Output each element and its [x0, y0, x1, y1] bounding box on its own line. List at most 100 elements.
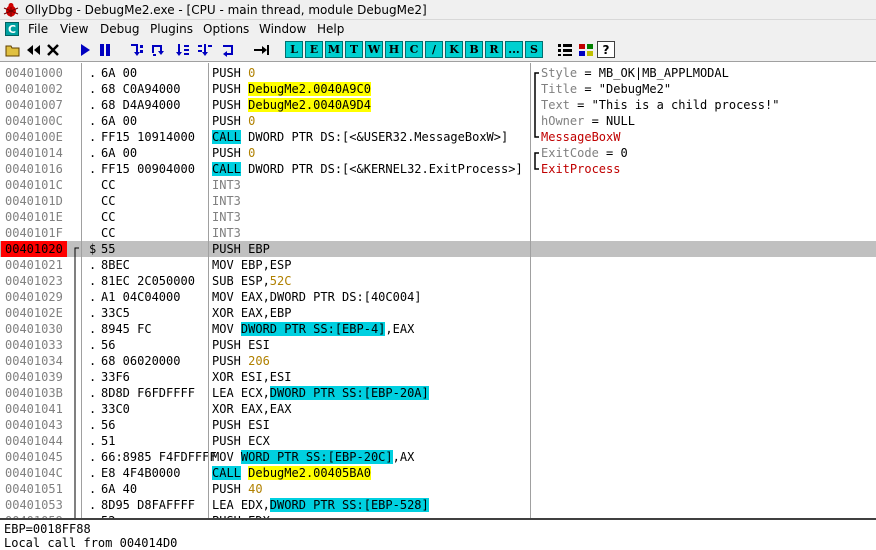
marker-cell: . [89, 130, 97, 144]
disassembly-cell: CALL DWORD PTR DS:[<&USER32.MessageBoxW>… [212, 129, 508, 145]
cpu-button[interactable]: C [405, 41, 423, 58]
instruction-text: XOR EAX,EBP [212, 306, 292, 320]
trace-over-icon[interactable] [196, 41, 214, 58]
disassembly-cell: PUSH DebugMe2.0040A9D4 [212, 97, 371, 113]
marker-cell: . [89, 434, 97, 448]
list-icon[interactable] [556, 41, 574, 58]
hex-dump-cell: 8D8D F6FDFFFF [101, 386, 195, 400]
instruction-text: MOV EAX,DWORD PTR DS:[40C004] [212, 290, 422, 304]
menu-plugins[interactable]: Plugins [150, 22, 193, 37]
menu-help[interactable]: Help [317, 22, 344, 37]
disassembly-cell: CALL DebugMe2.00405BA0 [212, 465, 371, 481]
handles-button[interactable]: H [385, 41, 403, 58]
modules-button[interactable]: E [305, 41, 323, 58]
source-button[interactable]: S [525, 41, 543, 58]
marker-cell: . [89, 162, 97, 176]
instruction-text: INT3 [212, 178, 241, 192]
current-instruction-row[interactable]: 00401020 $55 PUSH EBP [0, 241, 876, 257]
run-trace-button[interactable]: ... [505, 41, 523, 58]
cpu-window-icon[interactable]: C [5, 22, 19, 36]
comment-line: ExitProcess [541, 161, 620, 177]
memory-map-button[interactable]: M [325, 41, 343, 58]
address-cell: 00401016 [5, 162, 63, 176]
call-stack-button[interactable]: K [445, 41, 463, 58]
disassembly-cell: MOV WORD PTR SS:[EBP-20C],AX [212, 449, 414, 465]
comment-line: ExitCode = 0 [541, 145, 628, 161]
marker-cell: . [89, 258, 97, 272]
address-cell: 00401041 [5, 402, 63, 416]
menu-file[interactable]: File [28, 22, 48, 37]
step-into-icon[interactable] [128, 41, 146, 58]
disassembly-cell: SUB ESP,52C [212, 273, 291, 289]
hex-dump-cell: 6A 00 [101, 66, 138, 80]
grid-icon[interactable] [577, 41, 595, 58]
instruction-text: 0 [248, 66, 256, 80]
address-cell: 0040102E [5, 306, 63, 320]
windows-button[interactable]: W [365, 41, 383, 58]
open-icon[interactable] [4, 41, 22, 58]
goto-icon[interactable] [252, 41, 270, 58]
address-cell: 00401014 [5, 146, 63, 160]
menu-options[interactable]: Options [203, 22, 249, 37]
address-cell: 00401033 [5, 338, 63, 352]
hex-dump-cell: 33F6 [101, 370, 130, 384]
marker-cell: . [89, 146, 97, 160]
comment-text: = NULL [584, 114, 635, 128]
instruction-text: PUSH [212, 114, 249, 128]
ollydbg-bug-icon [3, 3, 19, 17]
address-cell: 00401044 [5, 434, 63, 448]
hex-dump-cell: 56 [101, 418, 116, 432]
address-cell: 0040103B [5, 386, 63, 400]
hex-dump-cell: FF15 00904000 [101, 162, 195, 176]
comment-text: = MB_OK|MB_APPLMODAL [577, 66, 729, 80]
comment-line: Title = "DebugMe2" [541, 81, 671, 97]
instruction-text: PUSH ESI [212, 418, 270, 432]
log-window-button[interactable]: L [285, 41, 303, 58]
address-cell: 00401039 [5, 370, 63, 384]
menu-view[interactable]: View [60, 22, 88, 37]
execute-till-return-icon[interactable] [220, 41, 238, 58]
comment-line: MessageBoxW [541, 129, 620, 145]
pause-icon[interactable] [96, 41, 114, 58]
label-operand: DebugMe2.00405BA0 [248, 466, 371, 480]
menu-window[interactable]: Window [259, 22, 306, 37]
marker-cell: . [89, 354, 97, 368]
marker-cell: . [89, 450, 97, 464]
comment-text: = 0 [598, 146, 628, 160]
references-button[interactable]: R [485, 41, 503, 58]
marker-cell: . [89, 418, 97, 432]
step-over-icon[interactable] [150, 41, 168, 58]
marker-cell: . [89, 322, 97, 336]
marker-cell: . [89, 306, 97, 320]
help-icon[interactable]: ? [597, 41, 615, 58]
menu-debug[interactable]: Debug [100, 22, 139, 37]
memory-operand: DWORD PTR SS:[EBP-4] [240, 322, 386, 336]
threads-button[interactable]: T [345, 41, 363, 58]
instruction-text: LEA ECX, [212, 386, 270, 400]
hex-dump-cell: 66:8985 F4FDFFFF [101, 450, 217, 464]
instruction-text: SUB ESP, [212, 274, 270, 288]
label-operand: DebugMe2.0040A9D4 [248, 98, 371, 112]
column-divider [81, 63, 82, 518]
cpu-disassembly-pane[interactable]: 00401000. 6A 00 PUSH 0 00401002. 68 C0A94000… [0, 63, 876, 518]
title-bar: OllyDbg - DebugMe2.exe - [CPU - main thr… [0, 0, 876, 20]
breakpoints-button[interactable]: B [465, 41, 483, 58]
patches-button[interactable]: / [425, 41, 443, 58]
disassembly-cell: PUSH 0 [212, 145, 255, 161]
trace-into-icon[interactable] [174, 41, 192, 58]
hex-dump-cell: 68 C0A94000 [101, 82, 181, 96]
hex-dump-cell: 33C5 [101, 306, 130, 320]
hex-dump-cell: 55 [101, 242, 116, 256]
bracket-segment [534, 72, 539, 81]
hex-dump-cell: 56 [101, 338, 116, 352]
marker-cell: . [89, 290, 97, 304]
instruction-text: INT3 [212, 210, 241, 224]
restart-icon[interactable] [24, 41, 42, 58]
instruction-text: MOV [212, 322, 241, 336]
disassembly-cell: INT3 [212, 177, 241, 193]
close-icon[interactable] [44, 41, 62, 58]
instruction-text: PUSH [212, 354, 249, 368]
hex-dump-cell: E8 4F4B0000 [101, 466, 181, 480]
run-icon[interactable] [76, 41, 94, 58]
disassembly-cell: MOV DWORD PTR SS:[EBP-4],EAX [212, 321, 414, 337]
